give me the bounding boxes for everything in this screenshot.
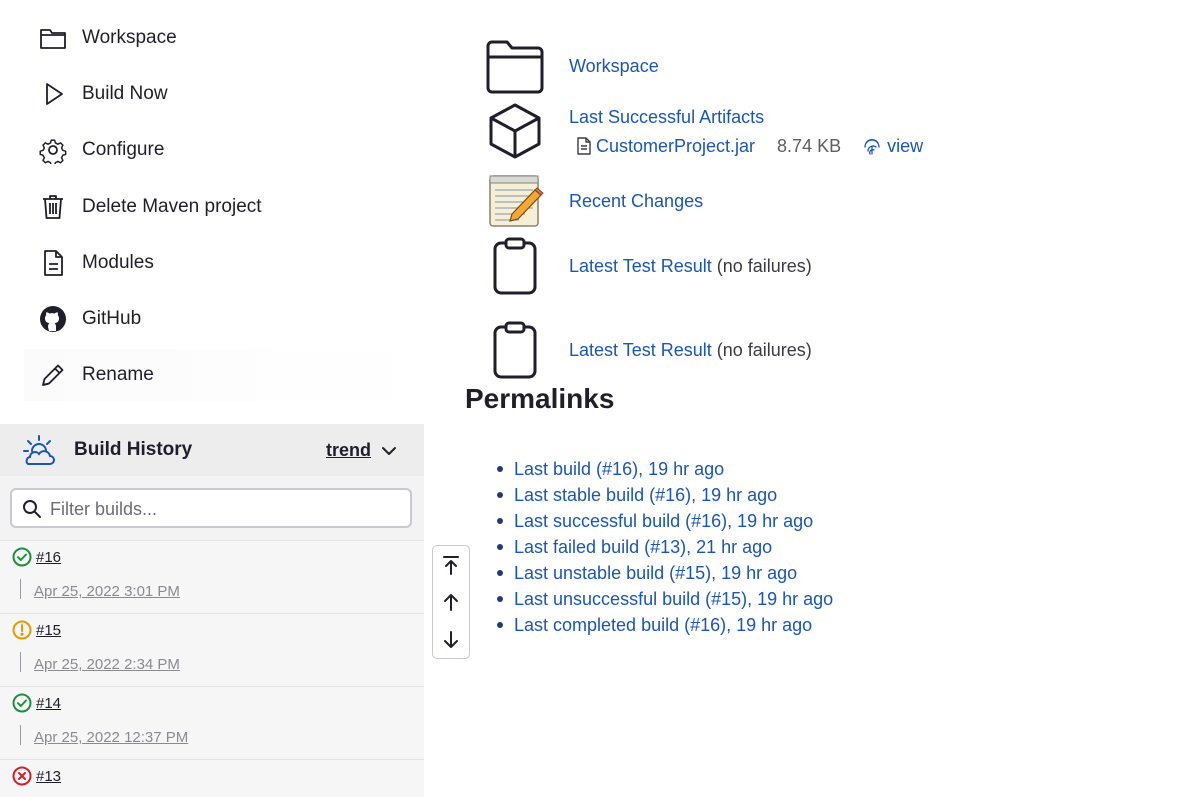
sunny-weather-icon bbox=[23, 435, 55, 465]
trend-link[interactable]: trend bbox=[326, 440, 371, 461]
permalink-last-unsuccessful-build[interactable]: Last unsuccessful build (#15), 19 hr ago bbox=[514, 589, 833, 609]
build-date-link[interactable]: Apr 25, 2022 3:01 PM bbox=[34, 583, 180, 600]
permalink-item: Last successful build (#16), 19 hr ago bbox=[496, 508, 833, 534]
package-cube-icon bbox=[489, 103, 541, 159]
permalink-item: Last failed build (#13), 21 hr ago bbox=[496, 534, 833, 560]
permalinks-list: Last build (#16), 19 hr ago Last stable … bbox=[496, 456, 833, 638]
timeline-bar bbox=[20, 725, 21, 745]
task-delete-maven-project[interactable]: Delete Maven project bbox=[24, 181, 424, 233]
pencil-icon bbox=[38, 360, 68, 390]
success-check-icon bbox=[12, 547, 32, 567]
build-date-link[interactable]: Apr 25, 2022 2:34 PM bbox=[34, 656, 180, 673]
test-result-line: Latest Test Result (no failures) bbox=[569, 256, 812, 277]
scroll-to-top-button[interactable] bbox=[433, 546, 469, 584]
task-label: Rename bbox=[82, 364, 154, 385]
task-label: Workspace bbox=[82, 27, 177, 48]
play-icon bbox=[38, 79, 68, 109]
artifact-row: CustomerProject.jar 8.74 KB view bbox=[576, 134, 923, 158]
latest-test-result-link[interactable]: Latest Test Result bbox=[569, 256, 712, 276]
permalink-last-stable-build[interactable]: Last stable build (#16), 19 hr ago bbox=[514, 485, 777, 505]
search-icon bbox=[23, 500, 41, 518]
build-number-link[interactable]: #16 bbox=[36, 549, 61, 566]
test-result-note: (no failures) bbox=[716, 340, 812, 360]
task-workspace[interactable]: Workspace bbox=[24, 12, 424, 64]
build-date-link[interactable]: Apr 25, 2022 12:37 PM bbox=[34, 729, 188, 746]
build-filter-box bbox=[10, 488, 412, 528]
arrow-up-to-line-icon bbox=[443, 556, 459, 575]
permalink-last-unstable-build[interactable]: Last unstable build (#15), 19 hr ago bbox=[514, 563, 797, 583]
document-icon bbox=[38, 248, 68, 278]
task-rename[interactable]: Rename bbox=[24, 349, 424, 401]
trash-icon bbox=[38, 192, 68, 222]
permalink-item: Last unsuccessful build (#15), 19 hr ago bbox=[496, 586, 833, 612]
fingerprint-view-link[interactable]: view bbox=[887, 136, 923, 157]
permalink-last-successful-build[interactable]: Last successful build (#16), 19 hr ago bbox=[514, 511, 813, 531]
timeline-bar bbox=[20, 652, 21, 672]
success-check-icon bbox=[12, 693, 32, 713]
permalink-item: Last unstable build (#15), 19 hr ago bbox=[496, 560, 833, 586]
test-result-note: (no failures) bbox=[716, 256, 812, 276]
failed-x-icon bbox=[12, 766, 32, 786]
task-label: Configure bbox=[82, 139, 165, 160]
task-build-now[interactable]: Build Now bbox=[24, 68, 424, 120]
build-row[interactable]: #15 Apr 25, 2022 2:34 PM bbox=[0, 613, 424, 686]
recent-changes-link[interactable]: Recent Changes bbox=[569, 191, 703, 212]
build-row[interactable]: #14 Apr 25, 2022 12:37 PM bbox=[0, 686, 424, 759]
task-github[interactable]: GitHub bbox=[24, 293, 424, 345]
clipboard-icon bbox=[493, 321, 537, 379]
workspace-link[interactable]: Workspace bbox=[569, 56, 659, 77]
file-icon bbox=[577, 137, 591, 155]
permalink-last-completed-build[interactable]: Last completed build (#16), 19 hr ago bbox=[514, 615, 812, 635]
permalink-item: Last stable build (#16), 19 hr ago bbox=[496, 482, 833, 508]
fingerprint-icon bbox=[864, 139, 880, 155]
notepad-pencil-icon bbox=[489, 175, 544, 227]
arrow-up-icon bbox=[444, 594, 458, 611]
build-row[interactable]: #16 Apr 25, 2022 3:01 PM bbox=[0, 540, 424, 613]
permalink-last-build[interactable]: Last build (#16), 19 hr ago bbox=[514, 459, 724, 479]
warning-icon bbox=[12, 620, 32, 640]
folder-icon bbox=[486, 40, 544, 94]
task-label: Modules bbox=[82, 252, 154, 273]
latest-test-result-link[interactable]: Latest Test Result bbox=[569, 340, 712, 360]
permalink-item: Last build (#16), 19 hr ago bbox=[496, 456, 833, 482]
build-history-title: Build History bbox=[74, 439, 193, 460]
arrow-down-icon bbox=[444, 631, 458, 648]
task-label: GitHub bbox=[82, 308, 142, 329]
task-label: Build Now bbox=[82, 83, 168, 104]
task-modules[interactable]: Modules bbox=[24, 237, 424, 289]
timeline-bar bbox=[20, 579, 21, 599]
github-icon bbox=[38, 304, 68, 334]
chevron-down-icon[interactable] bbox=[380, 442, 398, 460]
permalink-item: Last completed build (#16), 19 hr ago bbox=[496, 612, 833, 638]
build-number-link[interactable]: #15 bbox=[36, 622, 61, 639]
folder-icon bbox=[38, 23, 68, 53]
artifact-size: 8.74 KB bbox=[777, 135, 842, 156]
build-number-link[interactable]: #13 bbox=[36, 768, 61, 785]
scroll-down-button[interactable] bbox=[433, 621, 469, 659]
build-number-link[interactable]: #14 bbox=[36, 695, 61, 712]
last-successful-artifacts-link[interactable]: Last Successful Artifacts bbox=[569, 107, 764, 128]
permalink-last-failed-build[interactable]: Last failed build (#13), 21 hr ago bbox=[514, 537, 772, 557]
clipboard-icon bbox=[493, 237, 537, 295]
task-label: Delete Maven project bbox=[82, 196, 262, 217]
scroll-controls bbox=[432, 545, 470, 659]
build-row[interactable]: #13 bbox=[0, 759, 424, 797]
test-result-line: Latest Test Result (no failures) bbox=[569, 340, 812, 361]
task-configure[interactable]: Configure bbox=[24, 124, 424, 176]
build-history-header: Build History trend bbox=[0, 424, 424, 476]
build-filter-area bbox=[0, 476, 424, 540]
filter-builds-input[interactable] bbox=[48, 495, 402, 523]
artifact-file-link[interactable]: CustomerProject.jar bbox=[596, 136, 755, 157]
permalinks-heading: Permalinks bbox=[465, 383, 615, 414]
scroll-up-button[interactable] bbox=[433, 583, 469, 621]
gear-icon bbox=[38, 135, 68, 165]
